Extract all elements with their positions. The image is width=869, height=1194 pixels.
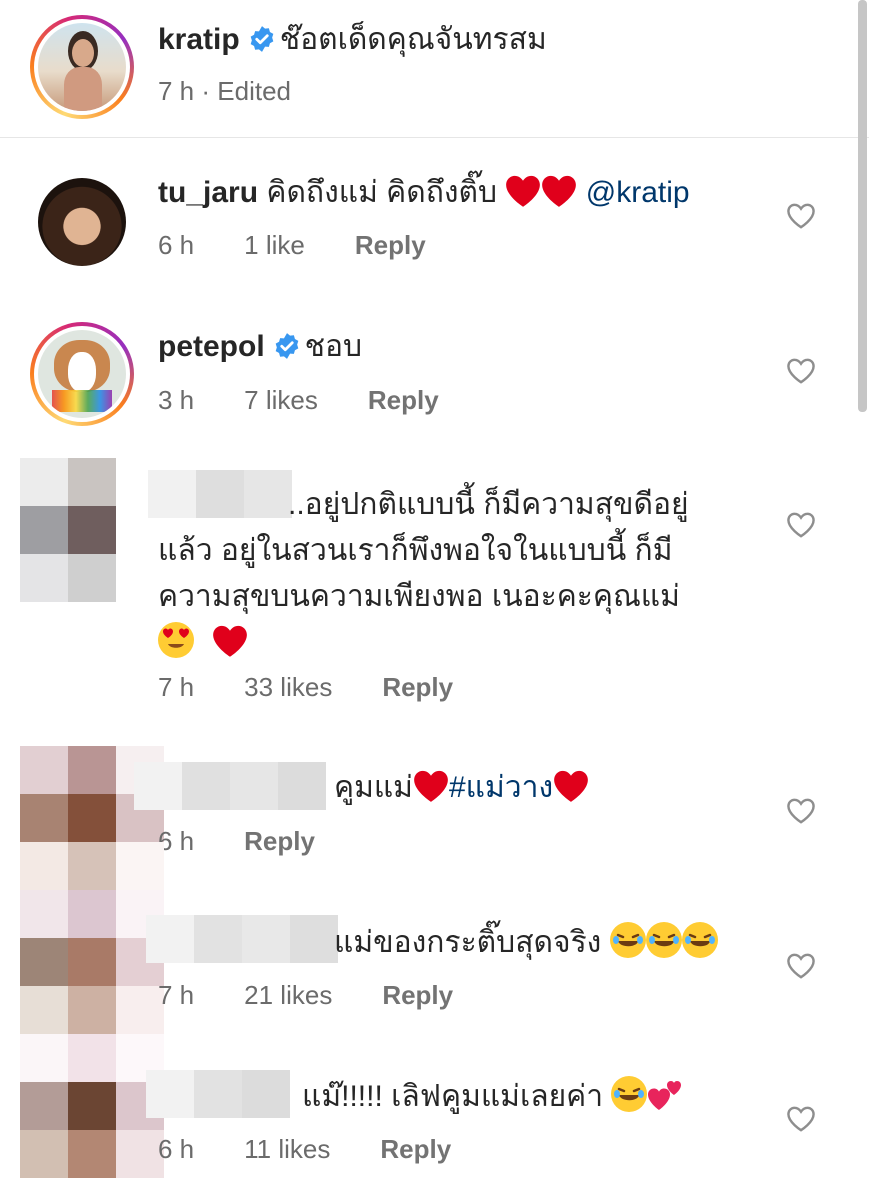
- laughing-emoji-icon: [681, 922, 718, 958]
- comment-meta: 7 h 21 likes Reply: [158, 980, 503, 1011]
- comment-text: แม่ของกระติ๊บสุดจริง: [334, 926, 602, 959]
- red-heart-icon: [213, 625, 248, 657]
- two-hearts-icon: [648, 1081, 682, 1110]
- comment-time: 7 h: [158, 672, 195, 702]
- post-caption: kratip ช๊อตเด็ดคุณจันทรสม 7 h · Edited: [0, 0, 869, 138]
- caption-time: 7 h: [158, 76, 195, 106]
- red-heart-icon: [506, 175, 541, 207]
- heart-outline-icon[interactable]: [786, 952, 816, 980]
- comment-meta: 3 h 7 likes Reply: [158, 385, 489, 416]
- scrollbar[interactable]: [858, 0, 867, 412]
- reply-button[interactable]: Reply: [380, 1134, 451, 1164]
- comment-text-line: ..อยู่ปกติแบบนี้ ก็มีความสุขดีอยู่: [288, 488, 689, 521]
- comment-text: แม๊!!!!! เลิฟคูมแม่เลยค่า: [302, 1080, 604, 1113]
- avatar-kratip[interactable]: [30, 15, 134, 119]
- comment-text-line: ความสุขบนความเพียงพอ เนอะคะคุณแม่: [158, 580, 680, 613]
- mention-link[interactable]: @kratip: [586, 176, 690, 209]
- reply-button[interactable]: Reply: [244, 826, 315, 856]
- reply-button[interactable]: Reply: [355, 230, 426, 260]
- avatar-tu-jaru[interactable]: [38, 178, 126, 266]
- comment-meta: 6 h 1 like Reply: [158, 230, 476, 261]
- avatar-pixelated[interactable]: [20, 458, 116, 602]
- caption-username[interactable]: kratip: [158, 23, 240, 56]
- comment-text: คิดถึงแม่ คิดถึงติ๊บ: [266, 176, 498, 209]
- avatar-petepol[interactable]: [30, 322, 134, 426]
- comment-time: 7 h: [158, 980, 195, 1010]
- avatar-pixelated[interactable]: [20, 746, 164, 842]
- verified-badge-icon: [250, 26, 274, 52]
- heart-outline-icon[interactable]: [786, 202, 816, 230]
- reply-button[interactable]: Reply: [382, 980, 453, 1010]
- caption-edited: Edited: [217, 76, 291, 106]
- like-count[interactable]: 7 likes: [244, 385, 318, 415]
- heart-outline-icon[interactable]: [786, 797, 816, 825]
- caption-text: ช๊อตเด็ดคุณจันทรสม: [279, 23, 547, 56]
- heart-outline-icon[interactable]: [786, 357, 816, 385]
- like-count[interactable]: 11 likes: [244, 1134, 330, 1164]
- red-heart-icon: [542, 175, 577, 207]
- red-heart-icon: [414, 770, 448, 802]
- comment-time: 6 h: [158, 230, 195, 260]
- username-pixelated[interactable]: [146, 1070, 290, 1118]
- comment-meta: 6 h Reply: [158, 826, 365, 857]
- reply-button[interactable]: Reply: [368, 385, 439, 415]
- reply-button[interactable]: Reply: [382, 672, 453, 702]
- username-pixelated[interactable]: [134, 762, 326, 810]
- avatar-pixelated[interactable]: [20, 1034, 164, 1178]
- comment-text-line: แล้ว อยู่ในสวนเราก็พึงพอใจในแบบนี้ ก็มี: [158, 534, 673, 567]
- avatar-pixelated[interactable]: [20, 842, 164, 1034]
- laughing-emoji-icon: [611, 1076, 648, 1112]
- comment-text: ..อยู่ปกติแบบนี้ ก็มีความสุขดีอยู่ แล้ว …: [158, 482, 689, 666]
- laughing-emoji-icon: [609, 922, 646, 958]
- comment-time: 3 h: [158, 385, 195, 415]
- username-pixelated[interactable]: [146, 915, 338, 963]
- red-heart-icon: [554, 770, 588, 802]
- like-count[interactable]: 33 likes: [244, 672, 332, 702]
- comment-meta: 7 h 33 likes Reply: [158, 672, 503, 703]
- comment-meta: 6 h 11 likes Reply: [158, 1134, 501, 1165]
- comment-username[interactable]: petepol: [158, 330, 265, 363]
- comment-time: 6 h: [158, 1134, 195, 1164]
- heart-outline-icon[interactable]: [786, 1105, 816, 1133]
- like-count[interactable]: 1 like: [244, 230, 305, 260]
- comment-username[interactable]: tu_jaru: [158, 176, 258, 209]
- hashtag-link[interactable]: #แม่วาง: [449, 771, 553, 804]
- comment-text: ชอบ: [304, 330, 363, 363]
- heart-outline-icon[interactable]: [786, 511, 816, 539]
- verified-badge-icon: [275, 333, 298, 359]
- comment-text: คูมแม่: [334, 771, 413, 804]
- heart-eyes-emoji-icon: [158, 622, 194, 658]
- caption-meta: 7 h · Edited: [158, 76, 291, 106]
- like-count[interactable]: 21 likes: [244, 980, 332, 1010]
- laughing-emoji-icon: [645, 922, 682, 958]
